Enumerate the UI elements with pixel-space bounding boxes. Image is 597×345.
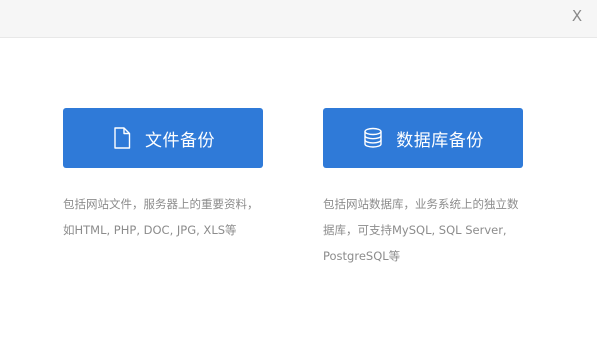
- file-backup-desc-line-1: 包括网站文件，服务器上的重要资料，: [63, 197, 259, 211]
- database-backup-option: 数据库备份 包括网站数据库，业务系统上的独立数 据库，可支持MySQL, SQL…: [323, 108, 583, 269]
- database-backup-desc-line-3: PostgreSQL等: [323, 249, 401, 263]
- dialog-title-bar: X: [0, 0, 597, 38]
- file-backup-desc-line-2: 如HTML, PHP, DOC, JPG, XLS等: [63, 223, 237, 237]
- database-backup-button[interactable]: 数据库备份: [323, 108, 523, 168]
- database-backup-desc-line-2: 据库，可支持MySQL, SQL Server,: [323, 223, 507, 237]
- database-backup-desc-line-1: 包括网站数据库，业务系统上的独立数: [323, 197, 519, 211]
- close-button[interactable]: X: [569, 6, 585, 26]
- database-backup-description: 包括网站数据库，业务系统上的独立数 据库，可支持MySQL, SQL Serve…: [323, 191, 541, 269]
- backup-type-dialog: X 文件备份 包括网站文件，服务器上的重要资料， 如HTML, PHP, DOC…: [0, 0, 597, 345]
- database-backup-label: 数据库备份: [396, 130, 484, 151]
- file-backup-button[interactable]: 文件备份: [63, 108, 263, 168]
- file-icon: [111, 126, 133, 150]
- file-backup-option: 文件备份 包括网站文件，服务器上的重要资料， 如HTML, PHP, DOC, …: [63, 108, 323, 243]
- file-backup-label: 文件备份: [145, 130, 215, 151]
- database-icon: [362, 126, 384, 150]
- file-backup-description: 包括网站文件，服务器上的重要资料， 如HTML, PHP, DOC, JPG, …: [63, 191, 281, 243]
